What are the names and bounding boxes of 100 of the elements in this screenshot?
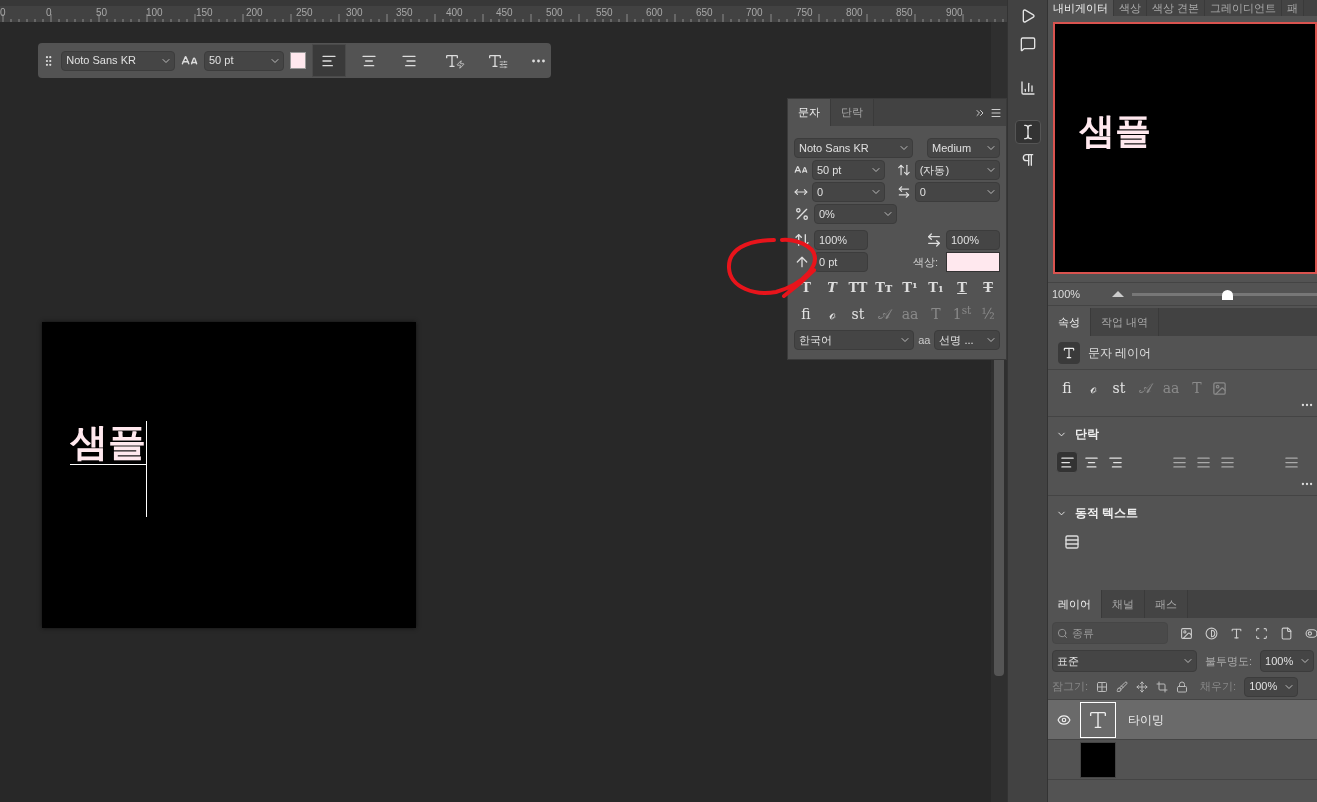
crop-icon[interactable] xyxy=(1156,680,1169,693)
panel-tab[interactable]: 레이어 xyxy=(1048,590,1102,618)
zoom-value[interactable]: 100% xyxy=(1048,285,1104,303)
panel-tab[interactable]: 문자 xyxy=(788,99,831,126)
zoom-out-icon[interactable] xyxy=(1112,291,1124,297)
color-swatch[interactable] xyxy=(289,52,306,69)
ruler-label: 850 xyxy=(896,7,913,19)
ruler-label: 700 xyxy=(746,7,763,19)
align-icon xyxy=(1219,454,1235,470)
type-style-button[interactable]: T xyxy=(821,278,843,298)
menu-icon[interactable] xyxy=(990,106,1002,119)
leading-dropdown[interactable]: (자동) xyxy=(914,160,1000,180)
type-filter-icon[interactable] xyxy=(1230,626,1243,640)
layer-type-label: 문자 레이어 xyxy=(1088,344,1152,362)
ruler-label: 800 xyxy=(846,7,863,19)
text-lightning-icon[interactable] xyxy=(444,52,465,69)
panel-tab[interactable]: 속성 xyxy=(1048,308,1091,336)
color-swatch[interactable] xyxy=(946,252,1000,272)
type-style-button[interactable]: TT xyxy=(847,278,869,298)
adjustment-filter-icon[interactable] xyxy=(1205,626,1218,640)
layer-row[interactable] xyxy=(1048,740,1317,780)
text-layer-thumbnail xyxy=(1080,701,1116,738)
type-style-button[interactable]: Tт xyxy=(873,278,895,298)
vertical-scale-field[interactable]: 100% xyxy=(814,230,868,250)
vertical-scale-icon xyxy=(794,232,810,248)
opacity-dropdown[interactable]: 100% xyxy=(1260,650,1315,672)
opentype-button[interactable]: ℴ xyxy=(821,304,843,324)
align-icon xyxy=(1171,454,1187,470)
smart-object-filter-icon[interactable] xyxy=(1280,626,1293,640)
antialias-dropdown[interactable]: 선명 ... xyxy=(934,330,1000,350)
align-button[interactable] xyxy=(311,44,346,77)
align-icon xyxy=(1195,454,1211,470)
opentype-button[interactable]: fi xyxy=(795,304,817,324)
font-family-dropdown[interactable]: Noto Sans KR xyxy=(794,138,913,158)
color-label: 색상: xyxy=(912,254,938,270)
opentype-button[interactable]: st xyxy=(1108,378,1130,398)
layer-filter-field[interactable]: 종류 xyxy=(1052,622,1168,644)
ruler-label: 550 xyxy=(596,7,613,19)
opentype-button[interactable]: ℴ xyxy=(1082,378,1104,398)
layer-row[interactable]: 타이밍 xyxy=(1048,700,1317,740)
text-sliders-icon[interactable] xyxy=(487,52,508,69)
blend-mode-dropdown[interactable]: 표준 xyxy=(1052,650,1197,672)
tsume-icon xyxy=(794,206,810,222)
font-size-dropdown[interactable]: 50 pt xyxy=(203,50,284,71)
toggle-icon[interactable] xyxy=(1305,626,1317,640)
type-style-button[interactable]: T₁ xyxy=(925,278,947,298)
horizontal-scale-icon xyxy=(926,232,942,248)
brush-icon[interactable] xyxy=(1116,680,1129,693)
language-dropdown[interactable]: 한국어 xyxy=(794,330,915,350)
ruler-label: 600 xyxy=(646,7,663,19)
checkerboard-icon[interactable] xyxy=(1096,680,1109,693)
stacked-bars-icon[interactable] xyxy=(1064,534,1080,550)
opacity-label: 불투명도: xyxy=(1205,653,1253,669)
ruler-label: 150 xyxy=(196,7,213,19)
align-icon xyxy=(1083,454,1099,470)
opentype-button[interactable]: fi xyxy=(1056,378,1078,398)
layer-thumbnail xyxy=(1080,741,1116,778)
ruler-label: 350 xyxy=(396,7,413,19)
fill-dropdown[interactable]: 100% xyxy=(1244,676,1299,697)
opentype-button[interactable]: st xyxy=(847,304,869,324)
type-style-button[interactable]: T xyxy=(951,278,973,298)
lock-icon[interactable] xyxy=(1176,680,1189,693)
leading-icon xyxy=(896,162,911,178)
font-family-dropdown[interactable]: Noto Sans KR xyxy=(61,50,175,71)
ruler-label: 300 xyxy=(346,7,363,19)
ruler-label: 450 xyxy=(496,7,513,19)
move-icon[interactable] xyxy=(1136,680,1149,693)
ruler-label: 750 xyxy=(796,7,813,19)
shape-filter-icon[interactable] xyxy=(1255,626,1268,640)
image-filter-icon[interactable] xyxy=(1180,626,1193,640)
panel-tab[interactable]: 내비게이터 xyxy=(1048,0,1114,16)
section-header[interactable]: 단락 xyxy=(1056,425,1099,443)
type-style-button[interactable]: T¹ xyxy=(899,278,921,298)
kerning-dropdown[interactable]: 0 xyxy=(811,182,885,202)
type-style-button[interactable]: T xyxy=(977,278,999,298)
text-cursor-icon[interactable] xyxy=(1014,120,1041,144)
tsume-dropdown[interactable]: 0% xyxy=(814,204,897,224)
align-icon xyxy=(1059,454,1075,470)
text-layer-icon xyxy=(1058,341,1080,364)
font-size-dropdown[interactable]: 50 pt xyxy=(811,160,885,180)
dock-glyph-icon xyxy=(1019,80,1036,96)
ruler-label: 650 xyxy=(696,7,713,19)
baseline-shift-field[interactable]: 0 pt xyxy=(814,252,868,272)
ruler-label: 900 xyxy=(946,7,963,19)
align-button[interactable] xyxy=(1056,451,1078,473)
layer-name: 타이밍 xyxy=(1128,711,1164,729)
ruler-label: 500 xyxy=(546,7,563,19)
ruler-label: 200 xyxy=(246,7,263,19)
filter-placeholder: 종류 xyxy=(1072,625,1094,641)
section-header[interactable]: 동적 텍스트 xyxy=(1056,504,1139,522)
horizontal-scale-field[interactable]: 100% xyxy=(946,230,1000,250)
tracking-dropdown[interactable]: 0 xyxy=(914,182,1000,202)
ruler-label: 400 xyxy=(446,7,463,19)
font-style-dropdown[interactable]: Medium xyxy=(927,138,1000,158)
align-icon xyxy=(1283,454,1299,470)
preview-text: 샘플 xyxy=(1079,110,1151,151)
ruler-label: 0 xyxy=(0,7,6,19)
align-icon xyxy=(1107,454,1123,470)
ruler-label: 50 xyxy=(96,7,108,19)
eye-icon[interactable] xyxy=(1057,712,1071,727)
